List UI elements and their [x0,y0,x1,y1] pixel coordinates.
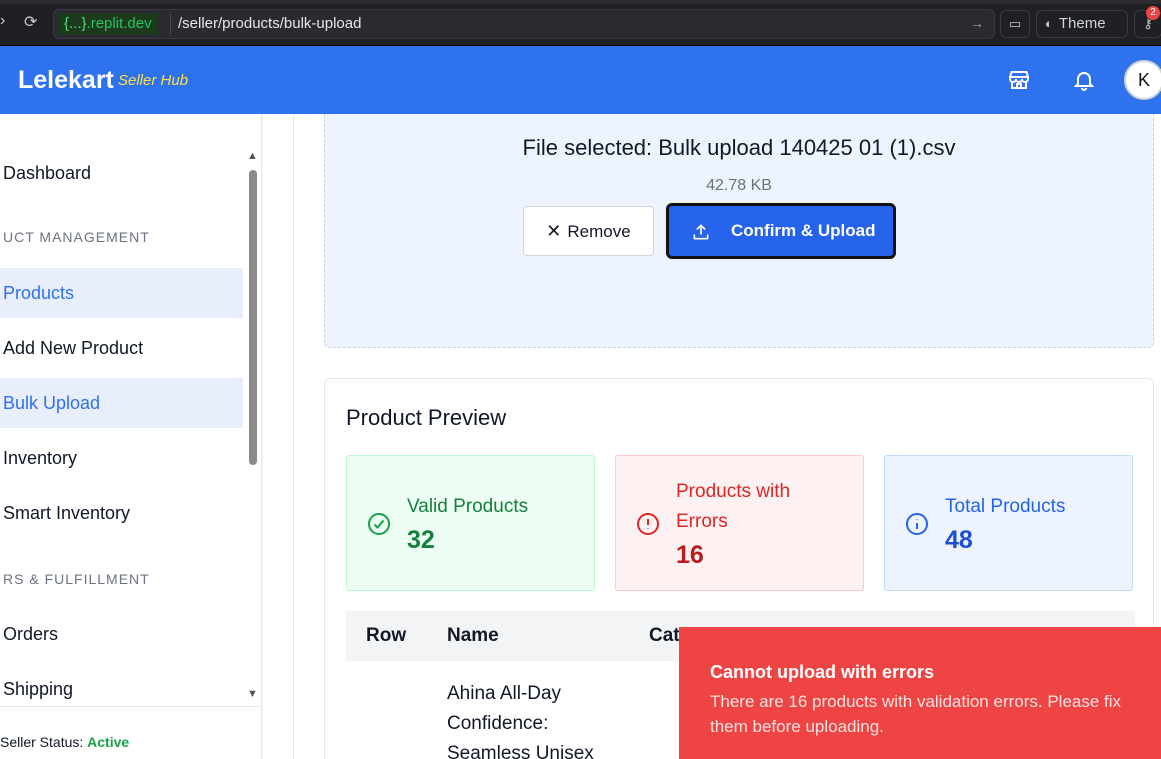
total-products-card: Total Products 48 [884,455,1133,591]
valid-products-label: Valid Products [407,496,529,517]
error-products-label-line2: Errors [676,511,728,532]
address-divider [170,14,171,34]
avatar[interactable]: K [1124,60,1161,100]
sidebar-item-add-new-product[interactable]: Add New Product [0,323,243,373]
monitor-icon: ▭ [1008,16,1022,31]
table-row-name: Ahina All-Day Confidence: Seamless Unise… [447,679,627,759]
column-header-category[interactable]: Cat [649,625,680,647]
sidebar-section-product-management: UCT MANAGEMENT [3,229,150,245]
product-preview-title: Product Preview [346,405,507,430]
address-bar[interactable]: {...}.replit.dev /seller/products/bulk-u… [53,9,995,39]
sidebar-item-smart-inventory[interactable]: Smart Inventory [0,488,243,538]
close-icon: ✕ [546,221,562,241]
column-header-row[interactable]: Row [366,625,406,647]
valid-products-value: 32 [407,526,435,554]
confirm-upload-label: Confirm & Upload [731,221,876,240]
error-products-label-line1: Products with [676,481,791,502]
error-products-value: 16 [676,541,704,569]
total-products-value: 48 [945,526,973,554]
scroll-up-icon[interactable]: ▲ [247,150,258,162]
column-header-name[interactable]: Name [447,625,499,647]
upload-icon [693,224,709,240]
scrollbar-thumb[interactable] [249,170,257,465]
row-name-line: Confidence: [447,713,549,734]
host-prefix: {...} [64,15,87,32]
host-suffix: .replit.dev [86,15,152,32]
seller-status: Seller Status: Active [0,734,129,750]
app-header: Lelekart Seller Hub K [0,46,1161,114]
file-selected-text: File selected: Bulk upload 140425 01 (1)… [522,135,956,160]
file-size: 42.78 KB [706,177,772,194]
palette-icon: ◐ [1045,16,1053,31]
store-icon[interactable] [1007,68,1031,92]
scroll-down-icon[interactable]: ▼ [247,688,258,700]
bell-icon[interactable] [1072,68,1096,92]
valid-products-card: Valid Products 32 [346,455,595,591]
sidebar-divider [0,706,261,707]
sidebar-item-inventory[interactable]: Inventory [0,433,243,483]
theme-label: Theme [1058,15,1106,32]
go-arrow-icon[interactable]: → [970,15,984,31]
sidebar: Dashboard UCT MANAGEMENT Products Add Ne… [0,114,262,759]
row-name-line: Seamless Unisex [447,743,594,759]
sidebar-scrollbar[interactable]: ▲ ▼ [245,150,259,700]
seller-status-label: Seller Status: [0,734,84,750]
total-products-label: Total Products [945,496,1066,517]
devices-button[interactable]: ▭ [1000,10,1030,38]
sidebar-item-products[interactable]: Products [0,268,243,318]
upload-dropzone[interactable]: File selected: Bulk upload 140425 01 (1)… [324,114,1154,348]
brand-logo[interactable]: Lelekart [18,66,114,95]
tab-strip [0,0,1161,4]
sidebar-item-bulk-upload[interactable]: Bulk Upload [0,378,243,428]
notification-badge: 2 [1146,6,1160,20]
toast-message: There are 16 products with validation er… [710,692,1122,736]
forward-icon[interactable]: › [0,12,5,30]
replit-host-badge: {...}.replit.dev [58,13,158,35]
brand-subtitle: Seller Hub [118,72,189,89]
check-circle-icon [368,513,390,535]
browser-toolbar: › ⟳ {...}.replit.dev /seller/products/bu… [0,0,1161,46]
sidebar-section-orders-fulfillment: RS & FULFILLMENT [3,571,150,587]
reload-icon[interactable]: ⟳ [24,12,37,32]
alert-circle-icon [637,513,659,535]
confirm-upload-button[interactable]: Confirm & Upload [666,203,896,259]
error-toast[interactable]: Cannot upload with errors There are 16 p… [679,627,1161,759]
remove-button[interactable]: ✕ Remove [523,206,654,256]
sidebar-item-orders[interactable]: Orders [0,609,243,659]
seller-status-value: Active [87,734,130,750]
url-path[interactable]: /seller/products/bulk-upload [178,15,361,32]
theme-button[interactable]: ◐ Theme [1036,10,1128,38]
error-products-card: Products with Errors 16 [615,455,864,591]
remove-label: Remove [567,222,631,241]
sidebar-item-dashboard[interactable]: Dashboard [0,148,243,198]
row-name-line: Ahina All-Day [447,683,562,704]
toast-title: Cannot upload with errors [710,662,935,682]
info-icon [906,513,928,535]
